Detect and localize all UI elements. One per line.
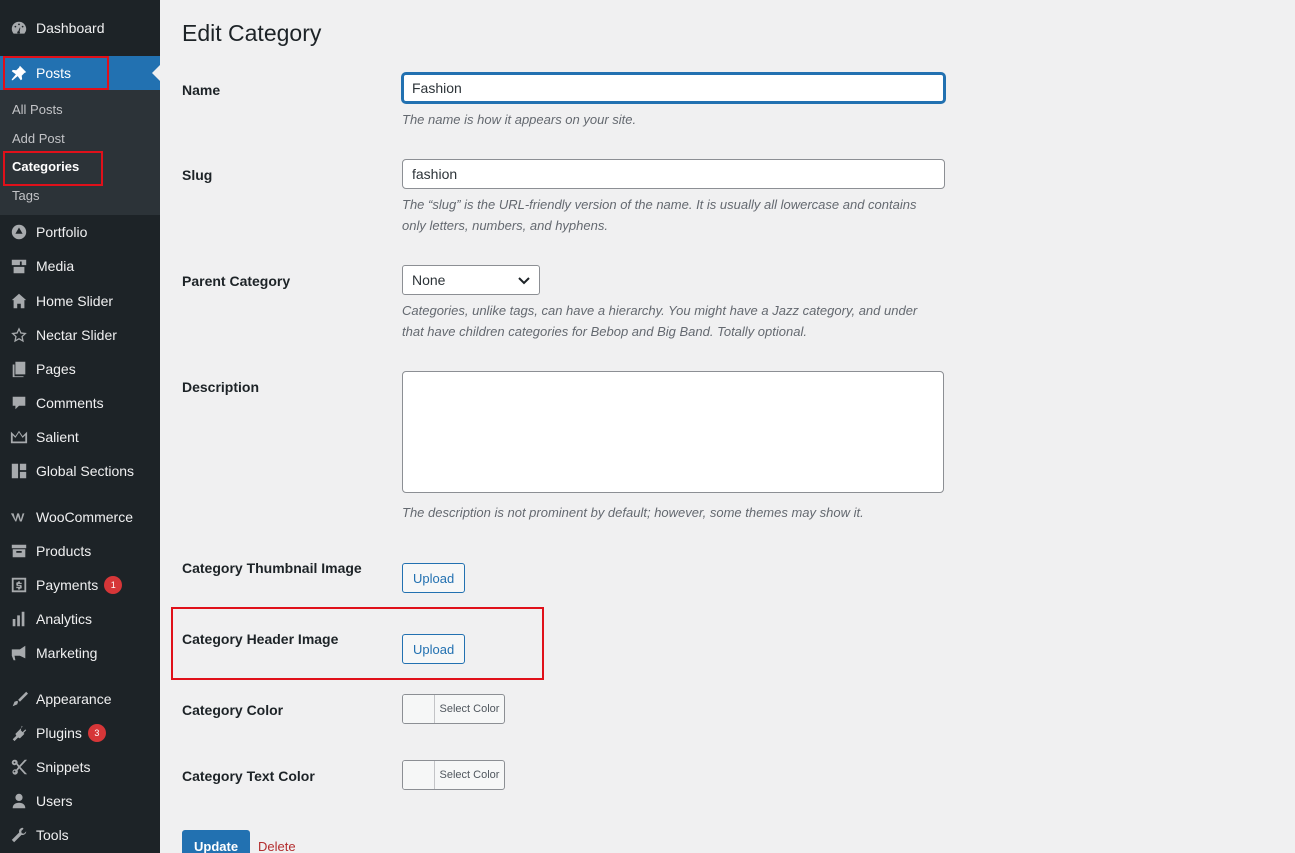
plugins-count-badge: 3 [87,724,106,742]
menu-products[interactable]: Products [0,534,160,568]
menu-label: Appearance [36,691,112,707]
menu-home-slider[interactable]: Home Slider [0,284,160,318]
color-swatch [403,695,435,723]
menu-label: Nectar Slider [36,327,117,343]
menu-pages[interactable]: Pages [0,352,160,386]
description-label: Description [182,379,260,395]
header-image-upload-button[interactable]: Upload [402,634,466,664]
archive-icon [0,542,36,560]
menu-label: Marketing [36,645,98,661]
wrench-icon [0,826,36,844]
menu-label: Analytics [36,611,93,627]
layout-icon [0,462,36,480]
menu-dashboard[interactable]: Dashboard [0,11,160,45]
menu-woocommerce[interactable]: WooCommerce [0,500,160,534]
description-textarea[interactable] [402,371,944,493]
menu-label: Users [36,793,73,809]
menu-salient[interactable]: Salient [0,420,160,454]
slug-hint-line-1: The “slug” is the URL-friendly version o… [402,197,917,212]
comment-icon [0,394,36,412]
media-icon [0,257,36,275]
categories-highlight-box [3,151,103,186]
megaphone-icon [0,644,36,662]
menu-label: Payments [36,577,99,593]
menu-payments[interactable]: Payments 1 [0,568,160,602]
submenu-tags[interactable]: Tags [12,188,39,203]
payments-count-badge: 1 [104,576,123,594]
parent-category-label: Parent Category [182,273,291,289]
home-icon [0,292,36,310]
menu-label: Salient [36,429,79,445]
scissors-icon [0,758,36,776]
menu-label: Comments [36,395,104,411]
menu-label: Pages [36,361,76,377]
paint-brush-icon [0,690,36,708]
menu-media[interactable]: Media [0,249,160,283]
menu-label: Snippets [36,759,91,775]
category-text-color-label: Category Text Color [182,768,315,784]
menu-plugins[interactable]: Plugins 3 [0,716,160,750]
name-hint: The name is how it appears on your site. [402,112,637,127]
menu-portfolio[interactable]: Portfolio [0,215,160,249]
user-icon [0,792,36,810]
current-menu-arrow [152,65,160,81]
submenu-all-posts[interactable]: All Posts [12,102,63,117]
submenu-add-post[interactable]: Add Post [12,131,65,146]
parent-category-value: None [412,272,446,288]
category-color-picker[interactable]: Select Color [402,694,505,724]
star-icon [0,326,36,344]
plugin-icon [0,724,36,742]
name-label: Name [182,82,221,98]
description-hint: The description is not prominent by defa… [402,505,864,520]
slug-input[interactable]: fashion [402,159,945,189]
menu-label: Tools [36,827,69,843]
dashboard-icon [0,19,36,37]
parent-hint-line-1: Categories, unlike tags, can have a hier… [402,303,918,318]
admin-sidebar: Dashboard Posts All Posts Add Post Categ… [0,0,160,853]
bar-chart-icon [0,610,36,628]
thumbnail-image-label: Category Thumbnail Image [182,560,362,576]
menu-appearance[interactable]: Appearance [0,682,160,716]
menu-nectar-slider[interactable]: Nectar Slider [0,318,160,352]
pages-icon [0,360,36,378]
update-button[interactable]: Update [182,830,251,853]
name-input[interactable]: Fashion [402,73,945,103]
edit-category-form: Edit Category Name Fashion The name is h… [160,0,1295,853]
slug-hint-line-2: only letters, numbers, and hyphens. [402,218,608,233]
portfolio-icon [0,223,36,241]
menu-global-sections[interactable]: Global Sections [0,454,160,488]
category-text-color-picker[interactable]: Select Color [402,760,505,790]
menu-snippets[interactable]: Snippets [0,750,160,784]
menu-label: Media [36,258,75,274]
menu-tools[interactable]: Tools [0,818,160,852]
chevron-down-icon [518,272,530,288]
select-color-text: Select Color [439,703,500,715]
menu-label: Products [36,543,92,559]
thumbnail-upload-button[interactable]: Upload [402,563,466,593]
slug-label: Slug [182,167,213,183]
menu-label: Dashboard [36,20,105,36]
page-title: Edit Category [182,20,322,46]
menu-label: Plugins [36,725,82,741]
menu-marketing[interactable]: Marketing [0,636,160,670]
woo-icon [0,508,36,526]
menu-label: Global Sections [36,463,135,479]
category-color-label: Category Color [182,702,284,718]
select-color-text: Select Color [439,769,500,781]
posts-highlight-box [3,56,109,90]
menu-label: WooCommerce [36,509,133,525]
delete-link[interactable]: Delete [258,839,296,853]
color-swatch [403,761,435,789]
menu-analytics[interactable]: Analytics [0,602,160,636]
parent-hint-line-2: that have children categories for Bebop … [402,324,807,339]
menu-comments[interactable]: Comments [0,386,160,420]
menu-label: Portfolio [36,224,88,240]
menu-users[interactable]: Users [0,784,160,818]
header-image-label: Category Header Image [182,631,339,647]
payments-icon [0,576,36,594]
menu-label: Home Slider [36,293,114,309]
parent-category-select[interactable]: None [402,265,540,295]
crown-icon [0,428,36,446]
